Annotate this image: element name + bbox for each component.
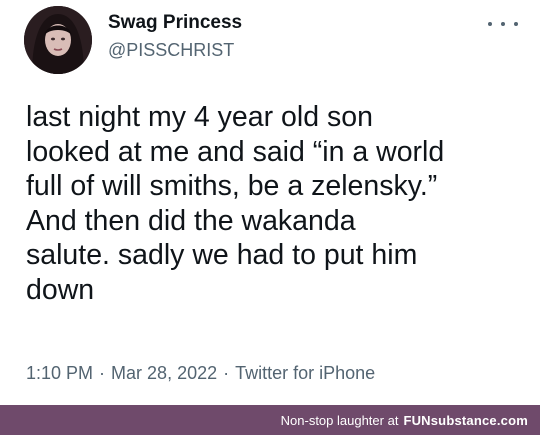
user-handle[interactable]: @PISSCHRIST	[108, 40, 234, 61]
tweet-time[interactable]: 1:10 PM	[26, 363, 93, 383]
more-options-icon[interactable]	[488, 14, 518, 34]
meta-separator: ·	[99, 363, 106, 383]
tweet-card: Swag Princess @PISSCHRIST last night my …	[0, 0, 540, 405]
tweet-date[interactable]: Mar 28, 2022	[111, 363, 217, 383]
tweet-metadata: 1:10 PM · Mar 28, 2022 · Twitter for iPhone	[26, 363, 375, 384]
more-dot	[488, 22, 492, 26]
footer-brand[interactable]: FUNsubstance.com	[403, 413, 528, 428]
watermark-footer: Non-stop laughter at FUNsubstance.com	[0, 405, 540, 435]
footer-tagline: Non-stop laughter at	[280, 412, 399, 428]
tweet-source[interactable]: Twitter for iPhone	[235, 363, 375, 383]
more-dot	[514, 22, 518, 26]
avatar[interactable]	[24, 6, 92, 74]
tweet-text: last night my 4 year old son looked at m…	[26, 101, 445, 306]
display-name[interactable]: Swag Princess	[108, 12, 242, 34]
meta-separator: ·	[223, 363, 230, 383]
more-dot	[501, 22, 505, 26]
